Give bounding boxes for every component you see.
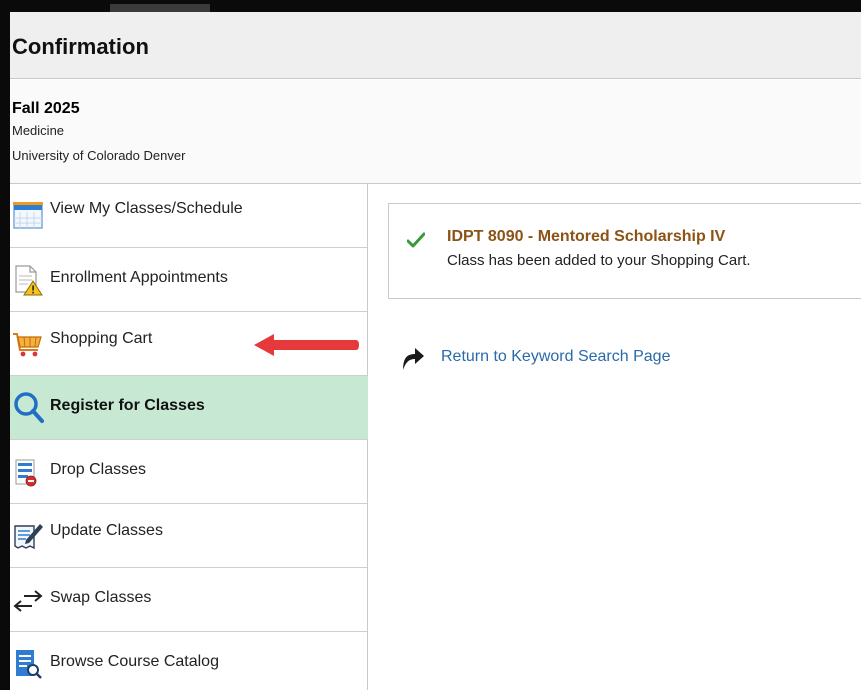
sidebar-item-update-classes[interactable]: Update Classes <box>10 504 368 568</box>
sidebar-item-label: Shopping Cart <box>50 330 153 347</box>
sidebar-item-label: Register for Classes <box>50 397 205 414</box>
term-institution: University of Colorado Denver <box>12 148 186 163</box>
sidebar-item-label: Swap Classes <box>50 589 152 606</box>
sidebar-item-view-my-classes[interactable]: View My Classes/Schedule <box>10 184 368 248</box>
confirmation-message: Class has been added to your Shopping Ca… <box>447 252 751 269</box>
term-career: Medicine <box>12 123 65 138</box>
window-frame-left <box>0 0 10 690</box>
sidebar-nav: View My Classes/Schedule Enrollment Appo… <box>10 184 368 690</box>
shopping-cart-icon <box>13 333 42 357</box>
page-title: Confirmation <box>12 34 149 59</box>
page-header: Confirmation <box>10 12 861 79</box>
calendar-icon <box>13 202 43 229</box>
checkmark-icon <box>407 232 425 248</box>
return-link[interactable]: Return to Keyword Search Page <box>441 348 670 366</box>
sidebar-item-label: Drop Classes <box>50 461 147 478</box>
term-name: Fall 2025 <box>12 100 80 117</box>
main-content: IDPT 8090 - Mentored Scholarship IV Clas… <box>369 184 861 690</box>
sidebar-item-label: View My Classes/Schedule <box>50 200 243 217</box>
swap-arrows-icon <box>13 590 43 612</box>
sidebar-item-label: Enrollment Appointments <box>50 269 228 286</box>
annotation-arrow-icon <box>254 334 359 356</box>
sidebar-item-swap-classes[interactable]: Swap Classes <box>10 568 368 632</box>
catalog-search-icon <box>16 650 42 679</box>
confirmation-message-box: IDPT 8090 - Mentored Scholarship IV Clas… <box>388 203 861 299</box>
sidebar-item-label: Update Classes <box>50 522 163 539</box>
edit-document-icon <box>14 524 43 550</box>
return-to-keyword-search[interactable]: Return to Keyword Search Page <box>397 344 817 374</box>
document-warning-icon <box>15 265 43 296</box>
sidebar-item-drop-classes[interactable]: Drop Classes <box>10 440 368 504</box>
class-title: IDPT 8090 - Mentored Scholarship IV <box>447 228 726 245</box>
window-frame-detail <box>110 4 210 12</box>
term-info: Fall 2025 Medicine University of Colorad… <box>10 80 861 184</box>
sidebar-item-label: Browse Course Catalog <box>50 653 219 670</box>
sidebar-item-register-for-classes[interactable]: Register for Classes <box>10 376 368 440</box>
search-icon <box>14 392 44 423</box>
sidebar-item-browse-course-catalog[interactable]: Browse Course Catalog <box>10 632 368 690</box>
sidebar-item-enrollment-appointments[interactable]: Enrollment Appointments <box>10 248 368 312</box>
return-arrow-icon <box>403 348 424 370</box>
drop-list-icon <box>15 459 37 487</box>
